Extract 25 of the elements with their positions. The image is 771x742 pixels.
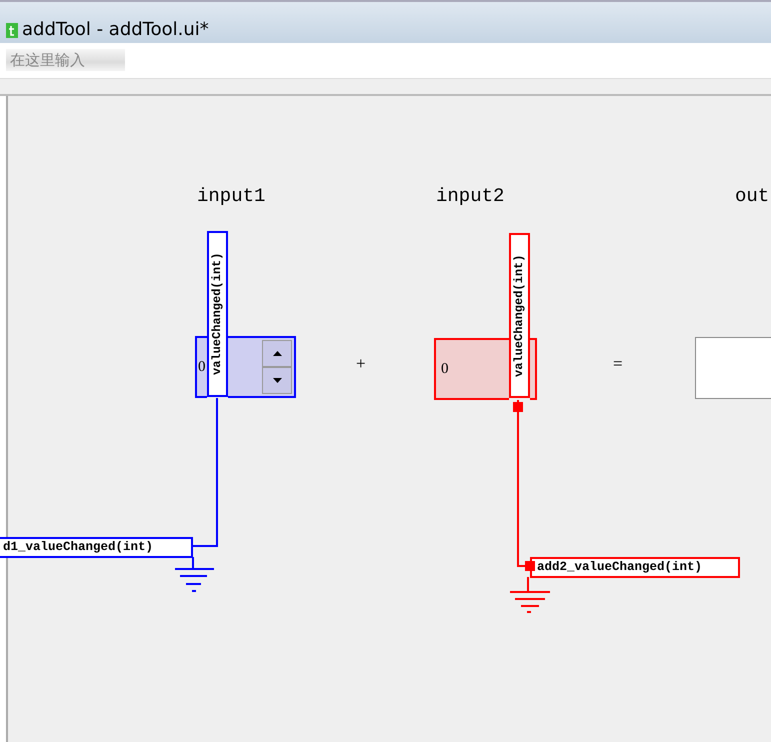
output-field[interactable] <box>695 337 771 399</box>
endpoint-handle[interactable] <box>525 561 535 571</box>
spin-value: 0 <box>440 360 448 378</box>
operator-sign: = <box>613 354 623 374</box>
spin-box[interactable]: 0 <box>195 336 207 398</box>
signal-label: valueChanged(int) <box>509 233 530 398</box>
down-button[interactable] <box>262 367 292 394</box>
ground-icon <box>174 556 215 592</box>
field-label: out <box>735 185 770 207</box>
caret-down-icon <box>272 378 282 383</box>
field-label: input2 <box>436 185 504 207</box>
field-label: input1 <box>197 185 266 207</box>
signal-label: valueChanged(int) <box>207 231 228 397</box>
caret-up-icon <box>272 351 282 356</box>
up-button[interactable] <box>262 340 292 367</box>
spin-value: 0 <box>197 358 206 376</box>
endpoint-handle[interactable] <box>513 402 523 412</box>
search-field[interactable]: 在这里输入 <box>6 49 125 71</box>
spin-box[interactable]: 0 <box>434 338 509 400</box>
slot-label: add2_valueChanged(int) <box>530 557 740 578</box>
ground-icon <box>509 576 551 613</box>
slot-label: d1_valueChanged(int) <box>0 537 193 558</box>
window-title: addTool - addTool.ui* <box>22 19 209 41</box>
spin-button-panel <box>530 338 537 400</box>
operator-sign: + <box>356 354 366 374</box>
